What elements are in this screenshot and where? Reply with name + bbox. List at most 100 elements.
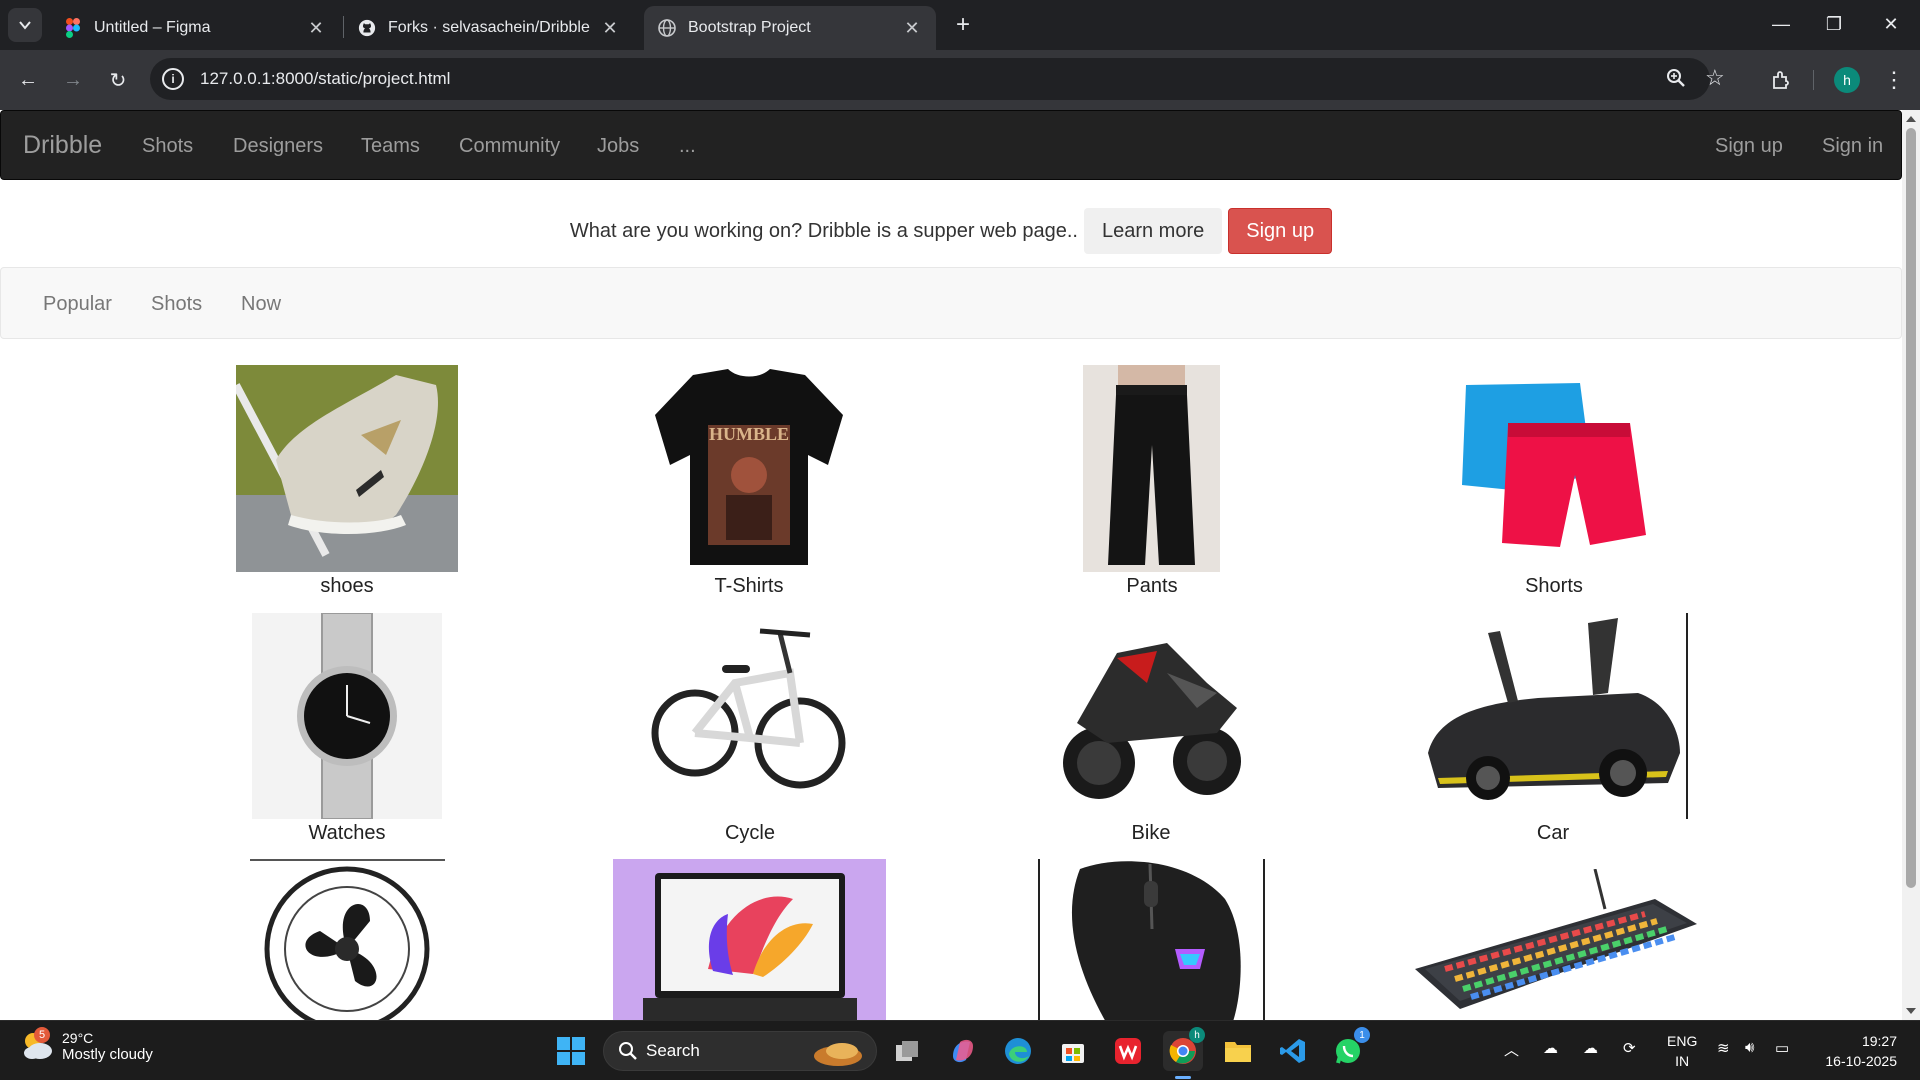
shorts-image[interactable] xyxy=(1450,365,1660,572)
profile-avatar[interactable]: h xyxy=(1834,67,1860,93)
vscode-icon xyxy=(1280,1039,1305,1063)
forward-button[interactable]: → xyxy=(57,64,89,96)
product-caption: Car xyxy=(1536,822,1570,844)
wifi-icon[interactable]: ≋ xyxy=(1717,1039,1730,1057)
close-icon[interactable]: ✕ xyxy=(600,18,620,39)
bike-image[interactable] xyxy=(1047,613,1255,819)
keyboard-image[interactable] xyxy=(1405,869,1703,1020)
subnav-popular[interactable]: Popular xyxy=(43,293,112,316)
promo-banner: What are you working on? Dribble is a su… xyxy=(0,208,1902,258)
chrome-profile-badge: h xyxy=(1189,1027,1205,1043)
onedrive-icon[interactable]: ☁ xyxy=(1543,1039,1558,1057)
scroll-up-icon[interactable] xyxy=(1906,116,1916,122)
scroll-down-icon[interactable] xyxy=(1906,1008,1916,1014)
mouse-image[interactable] xyxy=(1038,859,1265,1020)
vscode-app[interactable] xyxy=(1273,1031,1313,1071)
site-info-icon[interactable]: i xyxy=(162,68,184,90)
close-window-button[interactable]: ✕ xyxy=(1862,0,1920,48)
start-button[interactable] xyxy=(551,1031,591,1071)
language-indicator[interactable]: ENG IN xyxy=(1667,1031,1697,1071)
product-caption: Pants xyxy=(1126,575,1178,597)
cycle-image[interactable] xyxy=(650,613,848,819)
tab-bootstrap-project[interactable]: Bootstrap Project ✕ xyxy=(644,6,936,50)
wps-icon xyxy=(1115,1038,1141,1064)
nav-more[interactable]: ... xyxy=(679,135,696,158)
bookmark-star-icon[interactable]: ☆ xyxy=(1705,65,1725,91)
tshirt-print-text: HUMBLE xyxy=(709,424,789,444)
subnav-now[interactable]: Now xyxy=(241,293,281,316)
learn-more-button[interactable]: Learn more xyxy=(1083,208,1223,254)
edge-app[interactable] xyxy=(998,1031,1038,1071)
chevron-up-icon[interactable]: ︿ xyxy=(1504,1039,1519,1060)
tshirt-image[interactable]: HUMBLE xyxy=(648,365,850,572)
wps-app[interactable] xyxy=(1108,1031,1148,1071)
back-button[interactable]: ← xyxy=(12,64,44,96)
product-caption: shoes xyxy=(320,575,374,597)
minimize-icon: — xyxy=(1772,13,1790,34)
file-explorer-app[interactable] xyxy=(1218,1031,1258,1071)
zoom-icon[interactable] xyxy=(1666,68,1686,94)
extensions-icon[interactable] xyxy=(1765,64,1797,96)
globe-icon xyxy=(658,19,676,37)
tab-github[interactable]: Forks · selvasachein/Dribble ✕ xyxy=(344,6,634,50)
restore-button[interactable]: ❐ xyxy=(1805,0,1863,48)
restore-icon: ❐ xyxy=(1825,13,1843,34)
laptop-image[interactable] xyxy=(613,859,886,1020)
system-clock[interactable]: 19:27 16-10-2025 xyxy=(1825,1031,1897,1071)
site-navbar: Dribble Shots Designers Teams Community … xyxy=(0,110,1902,180)
nav-designers[interactable]: Designers xyxy=(233,135,323,158)
weather-temp: 29°C xyxy=(62,1029,94,1046)
sync-icon[interactable]: ⟳ xyxy=(1623,1039,1636,1057)
minimize-button[interactable]: — xyxy=(1752,0,1810,48)
store-app[interactable] xyxy=(1053,1031,1093,1071)
tab-figma[interactable]: Untitled – Figma ✕ xyxy=(50,6,340,50)
shoes-image[interactable] xyxy=(236,365,458,572)
cloud-icon[interactable]: ☁ xyxy=(1583,1039,1598,1057)
store-icon xyxy=(1062,1044,1084,1063)
scrollbar-thumb[interactable] xyxy=(1906,128,1916,888)
figma-icon xyxy=(64,18,82,38)
tab-search-button[interactable] xyxy=(8,8,42,42)
address-bar[interactable]: i 127.0.0.1:8000/static/project.html ☆ xyxy=(150,58,1725,100)
close-icon[interactable]: ✕ xyxy=(306,18,326,39)
new-tab-button[interactable]: + xyxy=(949,11,977,39)
signup-button[interactable]: Sign up xyxy=(1228,208,1333,254)
volume-icon[interactable]: 🔊︎ xyxy=(1745,1039,1754,1056)
active-app-indicator xyxy=(1175,1076,1191,1079)
url-text[interactable]: 127.0.0.1:8000/static/project.html xyxy=(200,69,450,89)
chevron-down-icon xyxy=(19,21,31,30)
subnav-shots[interactable]: Shots xyxy=(151,293,202,316)
nav-community[interactable]: Community xyxy=(459,135,560,158)
taskbar-search[interactable]: Search xyxy=(603,1031,877,1071)
folder-icon xyxy=(1225,1042,1251,1062)
pants-image[interactable] xyxy=(1083,365,1220,572)
battery-icon[interactable]: ▭ xyxy=(1775,1039,1789,1057)
page-scrollbar[interactable] xyxy=(1902,110,1920,1020)
promo-text: What are you working on? Dribble is a su… xyxy=(569,219,1078,242)
clock-date: 16-10-2025 xyxy=(1825,1053,1897,1069)
chrome-app[interactable]: h xyxy=(1163,1027,1205,1079)
nav-shots[interactable]: Shots xyxy=(142,135,193,158)
car-image[interactable] xyxy=(1418,613,1688,819)
task-view-icon xyxy=(896,1041,918,1061)
copilot-app[interactable] xyxy=(943,1031,983,1071)
nav-teams[interactable]: Teams xyxy=(361,135,420,158)
page-viewport: Dribble Shots Designers Teams Community … xyxy=(0,110,1920,1020)
site-brand[interactable]: Dribble xyxy=(23,131,102,160)
whatsapp-badge: 1 xyxy=(1354,1027,1370,1043)
close-icon[interactable]: ✕ xyxy=(902,18,922,39)
watch-image[interactable] xyxy=(252,613,442,819)
task-view-button[interactable] xyxy=(888,1031,928,1071)
search-highlight-icon xyxy=(814,1043,862,1066)
whatsapp-app[interactable]: 1 xyxy=(1328,1027,1370,1071)
arrow-right-icon: → xyxy=(63,68,83,91)
weather-widget[interactable]: 5 29°C Mostly cloudy xyxy=(20,1027,153,1063)
nav-jobs[interactable]: Jobs xyxy=(597,135,639,158)
nav-sign-up[interactable]: Sign up xyxy=(1715,135,1783,158)
reload-button[interactable]: ↻ xyxy=(102,64,134,96)
more-menu-icon[interactable]: ⋮ xyxy=(1878,64,1910,96)
product-caption: Bike xyxy=(1131,822,1171,844)
nav-sign-in[interactable]: Sign in xyxy=(1822,135,1883,158)
fan-image[interactable] xyxy=(250,861,445,1020)
tab-title: Forks · selvasachein/Dribble xyxy=(388,19,590,36)
